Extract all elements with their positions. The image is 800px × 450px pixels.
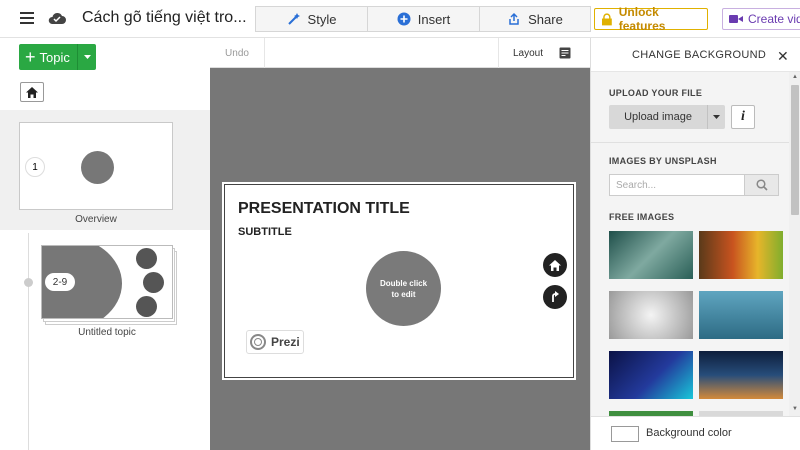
insert-label: Insert bbox=[417, 11, 451, 27]
caret-down-icon bbox=[83, 55, 91, 59]
cloud-icon bbox=[48, 12, 66, 24]
home-icon bbox=[549, 259, 561, 271]
document-title[interactable]: Cách gõ tiếng việt tro... bbox=[82, 9, 247, 27]
create-label: Create vid bbox=[748, 12, 800, 26]
panel-header: CHANGE BACKGROUND ✕ bbox=[591, 38, 800, 72]
presentation-title[interactable]: PRESENTATION TITLE bbox=[238, 200, 410, 218]
circle-text-line2: to edit bbox=[391, 289, 416, 299]
change-background-panel: CHANGE BACKGROUND ✕ UPLOAD YOUR FILE Upl… bbox=[590, 38, 800, 450]
lock-icon bbox=[601, 12, 612, 25]
upload-dropdown-button[interactable] bbox=[707, 105, 725, 129]
topic-small-circle bbox=[136, 248, 157, 269]
topic-dropdown-button[interactable] bbox=[77, 44, 96, 70]
image-search-input[interactable]: Search... bbox=[609, 174, 745, 196]
create-video-button[interactable]: Create vid bbox=[722, 8, 800, 30]
style-label: Style bbox=[307, 11, 337, 27]
add-topic-button[interactable]: + Topic bbox=[19, 44, 96, 70]
free-image-thumbnail[interactable] bbox=[609, 351, 693, 399]
background-color-swatch[interactable] bbox=[611, 426, 639, 442]
panel-title: CHANGE BACKGROUND bbox=[632, 49, 767, 61]
menu-icon[interactable] bbox=[20, 12, 34, 24]
free-images-section-label: FREE IMAGES bbox=[609, 212, 675, 222]
arrow-up-back-icon bbox=[552, 291, 559, 302]
plus-circle-icon bbox=[397, 12, 411, 26]
layout-label: Layout bbox=[513, 47, 544, 59]
add-topic-main[interactable]: + Topic bbox=[19, 48, 77, 66]
scroll-down-arrow-icon[interactable]: ▼ bbox=[791, 406, 799, 412]
section-divider bbox=[591, 142, 789, 143]
top-bar: Cách gõ tiếng việt tro... Style Insert S… bbox=[0, 0, 800, 38]
free-image-thumbnail[interactable] bbox=[609, 291, 693, 339]
overview-section: 1 Overview bbox=[0, 110, 210, 230]
prezi-ring-icon bbox=[250, 334, 266, 350]
overview-number: 1 bbox=[25, 157, 45, 177]
share-button[interactable]: Share bbox=[479, 6, 591, 32]
video-camera-icon bbox=[729, 15, 743, 23]
untitled-topic-label: Untitled topic bbox=[78, 327, 136, 338]
editing-canvas[interactable]: PRESENTATION TITLE SUBTITLE Double click… bbox=[210, 68, 590, 450]
share-label: Share bbox=[528, 11, 563, 27]
search-button[interactable] bbox=[745, 174, 779, 196]
free-image-thumbnail[interactable] bbox=[699, 351, 783, 399]
topic-label: Topic bbox=[39, 49, 70, 65]
upload-image-button[interactable]: Upload image bbox=[609, 105, 707, 129]
free-image-thumbnail[interactable] bbox=[609, 231, 693, 279]
background-color-label: Background color bbox=[646, 427, 732, 439]
topic-node-dot bbox=[24, 278, 33, 287]
free-image-thumbnail[interactable] bbox=[699, 291, 783, 339]
unlock-features-button[interactable]: Unlock features bbox=[594, 5, 708, 33]
upload-section-label: UPLOAD YOUR FILE bbox=[609, 88, 703, 98]
close-icon[interactable]: ✕ bbox=[777, 48, 789, 65]
style-button[interactable]: Style bbox=[255, 6, 368, 32]
magic-wand-icon bbox=[287, 13, 300, 25]
background-color-row[interactable]: Background color bbox=[591, 416, 800, 450]
unlock-label: Unlock features bbox=[618, 5, 666, 33]
share-icon bbox=[509, 12, 519, 25]
topic-connector-line bbox=[28, 233, 29, 450]
home-icon bbox=[26, 86, 38, 98]
undo-button[interactable]: Undo bbox=[210, 38, 265, 68]
unsplash-section-label: IMAGES BY UNSPLASH bbox=[609, 156, 717, 166]
circle-text-line1: Double click bbox=[379, 278, 428, 288]
topics-sidebar: + Topic 1 Overview 2-9 Untitled topic bbox=[0, 38, 210, 450]
overview-label: Overview bbox=[75, 214, 117, 225]
topic-small-circle bbox=[136, 296, 157, 317]
prezi-brand: Prezi bbox=[271, 335, 300, 349]
scroll-up-arrow-icon[interactable]: ▲ bbox=[791, 74, 799, 80]
topic-small-circle bbox=[143, 272, 164, 293]
scrollbar-thumb[interactable] bbox=[791, 85, 799, 215]
slide-frame[interactable]: PRESENTATION TITLE SUBTITLE Double click… bbox=[222, 182, 576, 380]
info-icon[interactable]: i bbox=[731, 105, 755, 129]
back-nav-button[interactable] bbox=[543, 285, 567, 309]
notes-icon bbox=[559, 47, 571, 59]
prezi-logo: Prezi bbox=[246, 330, 304, 354]
free-image-thumbnail[interactable] bbox=[699, 231, 783, 279]
topic-circle[interactable]: Double click to edit bbox=[366, 251, 441, 326]
caret-down-icon bbox=[713, 115, 720, 119]
overview-circle bbox=[81, 151, 114, 184]
search-icon bbox=[755, 179, 768, 191]
canvas-toolbar: Undo Layout bbox=[210, 38, 590, 68]
home-button[interactable] bbox=[20, 82, 44, 102]
topic-range-badge: 2-9 bbox=[45, 273, 75, 291]
plus-icon: + bbox=[25, 47, 36, 67]
presentation-subtitle[interactable]: SUBTITLE bbox=[238, 226, 292, 238]
overview-thumbnail[interactable]: 1 bbox=[19, 122, 173, 210]
home-nav-button[interactable] bbox=[543, 253, 567, 277]
insert-button[interactable]: Insert bbox=[367, 6, 480, 32]
layout-button[interactable]: Layout bbox=[498, 38, 590, 68]
